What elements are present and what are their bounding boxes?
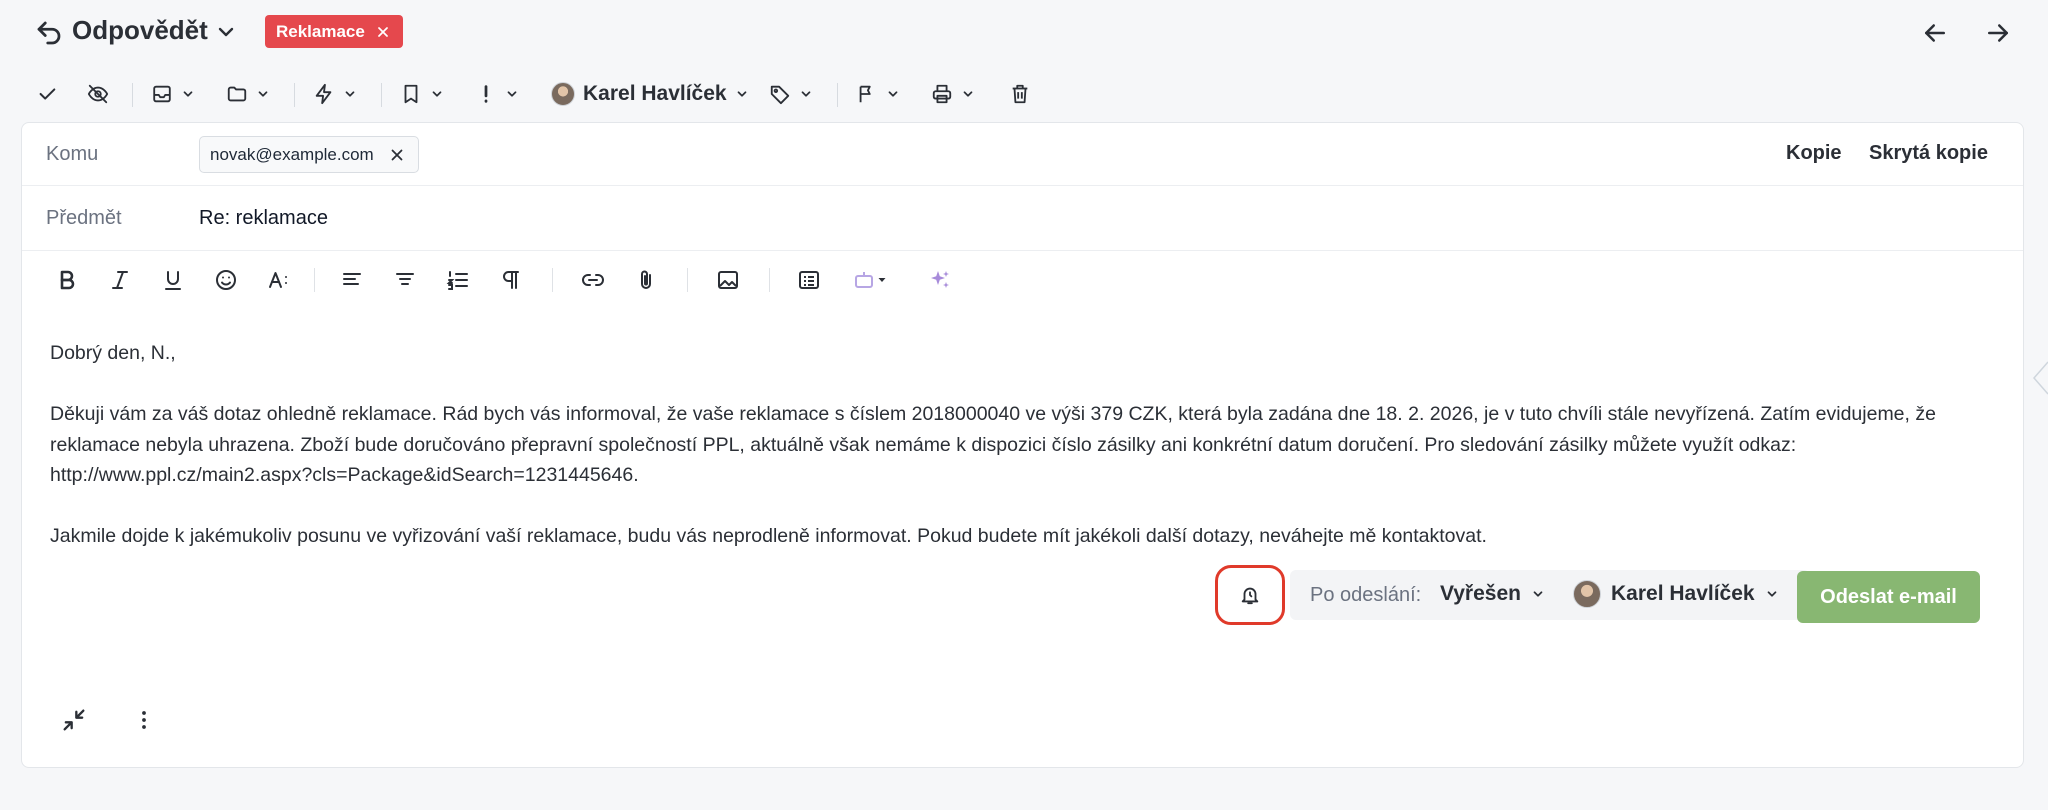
message-body[interactable]: Dobrý den, N., Děkuji vám za váš dotaz o… <box>50 338 2000 582</box>
assignee-name: Karel Havlíček <box>1611 582 1755 605</box>
tag-badge: Reklamace <box>265 15 403 48</box>
align-left-icon[interactable] <box>337 265 367 295</box>
folder-menu[interactable] <box>226 74 270 114</box>
inbox-menu[interactable] <box>151 74 195 114</box>
remove-tag-icon[interactable] <box>375 24 391 40</box>
folder-icon <box>226 83 248 105</box>
side-panel-handle-icon[interactable] <box>2030 360 2048 396</box>
toolbar-divider <box>294 83 295 107</box>
compose-header: Odpovědět Reklamace <box>0 0 2048 66</box>
delete-button[interactable] <box>1009 74 1031 114</box>
toolbar-divider <box>837 83 838 107</box>
chevron-down-icon <box>256 87 270 101</box>
template-icon[interactable] <box>794 265 824 295</box>
chevron-down-icon <box>799 87 813 101</box>
body-paragraph: Děkuji vám za váš dotaz ohledně reklamac… <box>50 403 1936 486</box>
flag-menu[interactable] <box>856 74 900 114</box>
tag-icon <box>769 83 791 105</box>
avatar <box>1573 580 1601 608</box>
chevron-down-icon <box>505 87 519 101</box>
chevron-down-icon <box>886 87 900 101</box>
align-center-icon[interactable] <box>390 265 420 295</box>
numbered-list-icon[interactable] <box>443 265 473 295</box>
toolbar-divider <box>314 268 315 292</box>
chevron-down-icon <box>961 87 975 101</box>
chevron-down-icon[interactable] <box>214 20 238 44</box>
subject-label: Předmět <box>46 207 122 229</box>
collapse-icon[interactable] <box>60 706 88 734</box>
avatar <box>551 82 575 106</box>
lightning-icon <box>313 83 335 105</box>
sparkles-icon[interactable] <box>925 265 955 295</box>
toolbar-divider <box>552 268 553 292</box>
eye-off-icon <box>87 83 109 105</box>
reply-arrow-icon[interactable] <box>34 18 64 48</box>
arrow-right-icon[interactable] <box>1983 18 2013 48</box>
toolbar-divider <box>381 83 382 107</box>
remove-recipient-icon[interactable] <box>388 146 406 164</box>
exclamation-icon <box>475 83 497 105</box>
toolbar-divider <box>132 83 133 107</box>
subject-input[interactable]: Re: reklamace <box>199 207 328 230</box>
labels-menu[interactable] <box>769 74 813 114</box>
after-send-label: Po odeslání: <box>1310 584 1422 606</box>
assignee-name: Karel Havlíček <box>583 82 727 105</box>
recipient-email: novak@example.com <box>210 144 374 164</box>
more-vertical-icon[interactable] <box>130 706 158 734</box>
toolbar-divider <box>769 268 770 292</box>
paragraph-icon[interactable] <box>496 265 526 295</box>
link-icon[interactable] <box>578 265 608 295</box>
bookmark-menu[interactable] <box>400 74 444 114</box>
subject-row: Předmět Re: reklamace <box>22 186 2023 251</box>
recipients-row: Komu novak@example.com Kopie Skrytá kopi… <box>22 123 2023 186</box>
formatting-toolbar <box>22 251 2023 309</box>
trash-icon <box>1009 83 1031 105</box>
body-greeting: Dobrý den, N., <box>50 342 176 364</box>
chevron-down-icon <box>1531 587 1545 601</box>
bell-clock-icon <box>1239 584 1261 606</box>
to-label: Komu <box>46 143 99 165</box>
caret-down-icon <box>876 274 888 286</box>
mark-done-button[interactable] <box>36 74 58 114</box>
chevron-down-icon <box>735 87 749 101</box>
robot-icon <box>852 268 876 292</box>
image-icon[interactable] <box>713 265 743 295</box>
print-menu[interactable] <box>931 74 975 114</box>
hide-button[interactable] <box>87 74 109 114</box>
check-icon <box>36 83 58 105</box>
underline-icon[interactable] <box>158 265 188 295</box>
status-select[interactable]: Vyřešen <box>1440 582 1545 606</box>
flag-icon <box>856 83 878 105</box>
emoji-icon[interactable] <box>211 265 241 295</box>
bold-icon[interactable] <box>52 265 82 295</box>
assignee-select[interactable]: Karel Havlíček <box>1573 580 1779 608</box>
tag-label: Reklamace <box>276 21 365 41</box>
chevron-down-icon <box>343 87 357 101</box>
inbox-icon <box>151 83 173 105</box>
italic-icon[interactable] <box>105 265 135 295</box>
ai-assistant-menu[interactable] <box>847 265 893 295</box>
assignee-menu[interactable]: Karel Havlíček <box>551 74 749 114</box>
arrow-left-icon[interactable] <box>1920 18 1950 48</box>
reply-mode-title[interactable]: Odpovědět <box>72 15 208 46</box>
recipient-chip[interactable]: novak@example.com <box>199 136 419 173</box>
chevron-down-icon <box>430 87 444 101</box>
attachment-icon[interactable] <box>631 265 661 295</box>
action-toolbar: Karel Havlíček <box>0 74 2048 114</box>
bcc-button[interactable]: Skrytá kopie <box>1869 142 1988 165</box>
bookmark-icon <box>400 83 422 105</box>
compose-card: Komu novak@example.com Kopie Skrytá kopi… <box>21 122 2024 768</box>
cc-button[interactable]: Kopie <box>1786 142 1842 165</box>
chevron-down-icon <box>181 87 195 101</box>
status-value: Vyřešen <box>1440 582 1521 605</box>
printer-icon <box>931 83 953 105</box>
reminder-button[interactable] <box>1215 565 1285 625</box>
text-size-icon[interactable] <box>264 265 294 295</box>
priority-menu[interactable] <box>475 74 519 114</box>
automation-menu[interactable] <box>313 74 357 114</box>
toolbar-divider <box>687 268 688 292</box>
body-paragraph: Jakmile dojde k jakémukoliv posunu ve vy… <box>50 525 1487 547</box>
chevron-down-icon <box>1765 587 1779 601</box>
send-email-button[interactable]: Odeslat e-mail <box>1797 571 1980 623</box>
